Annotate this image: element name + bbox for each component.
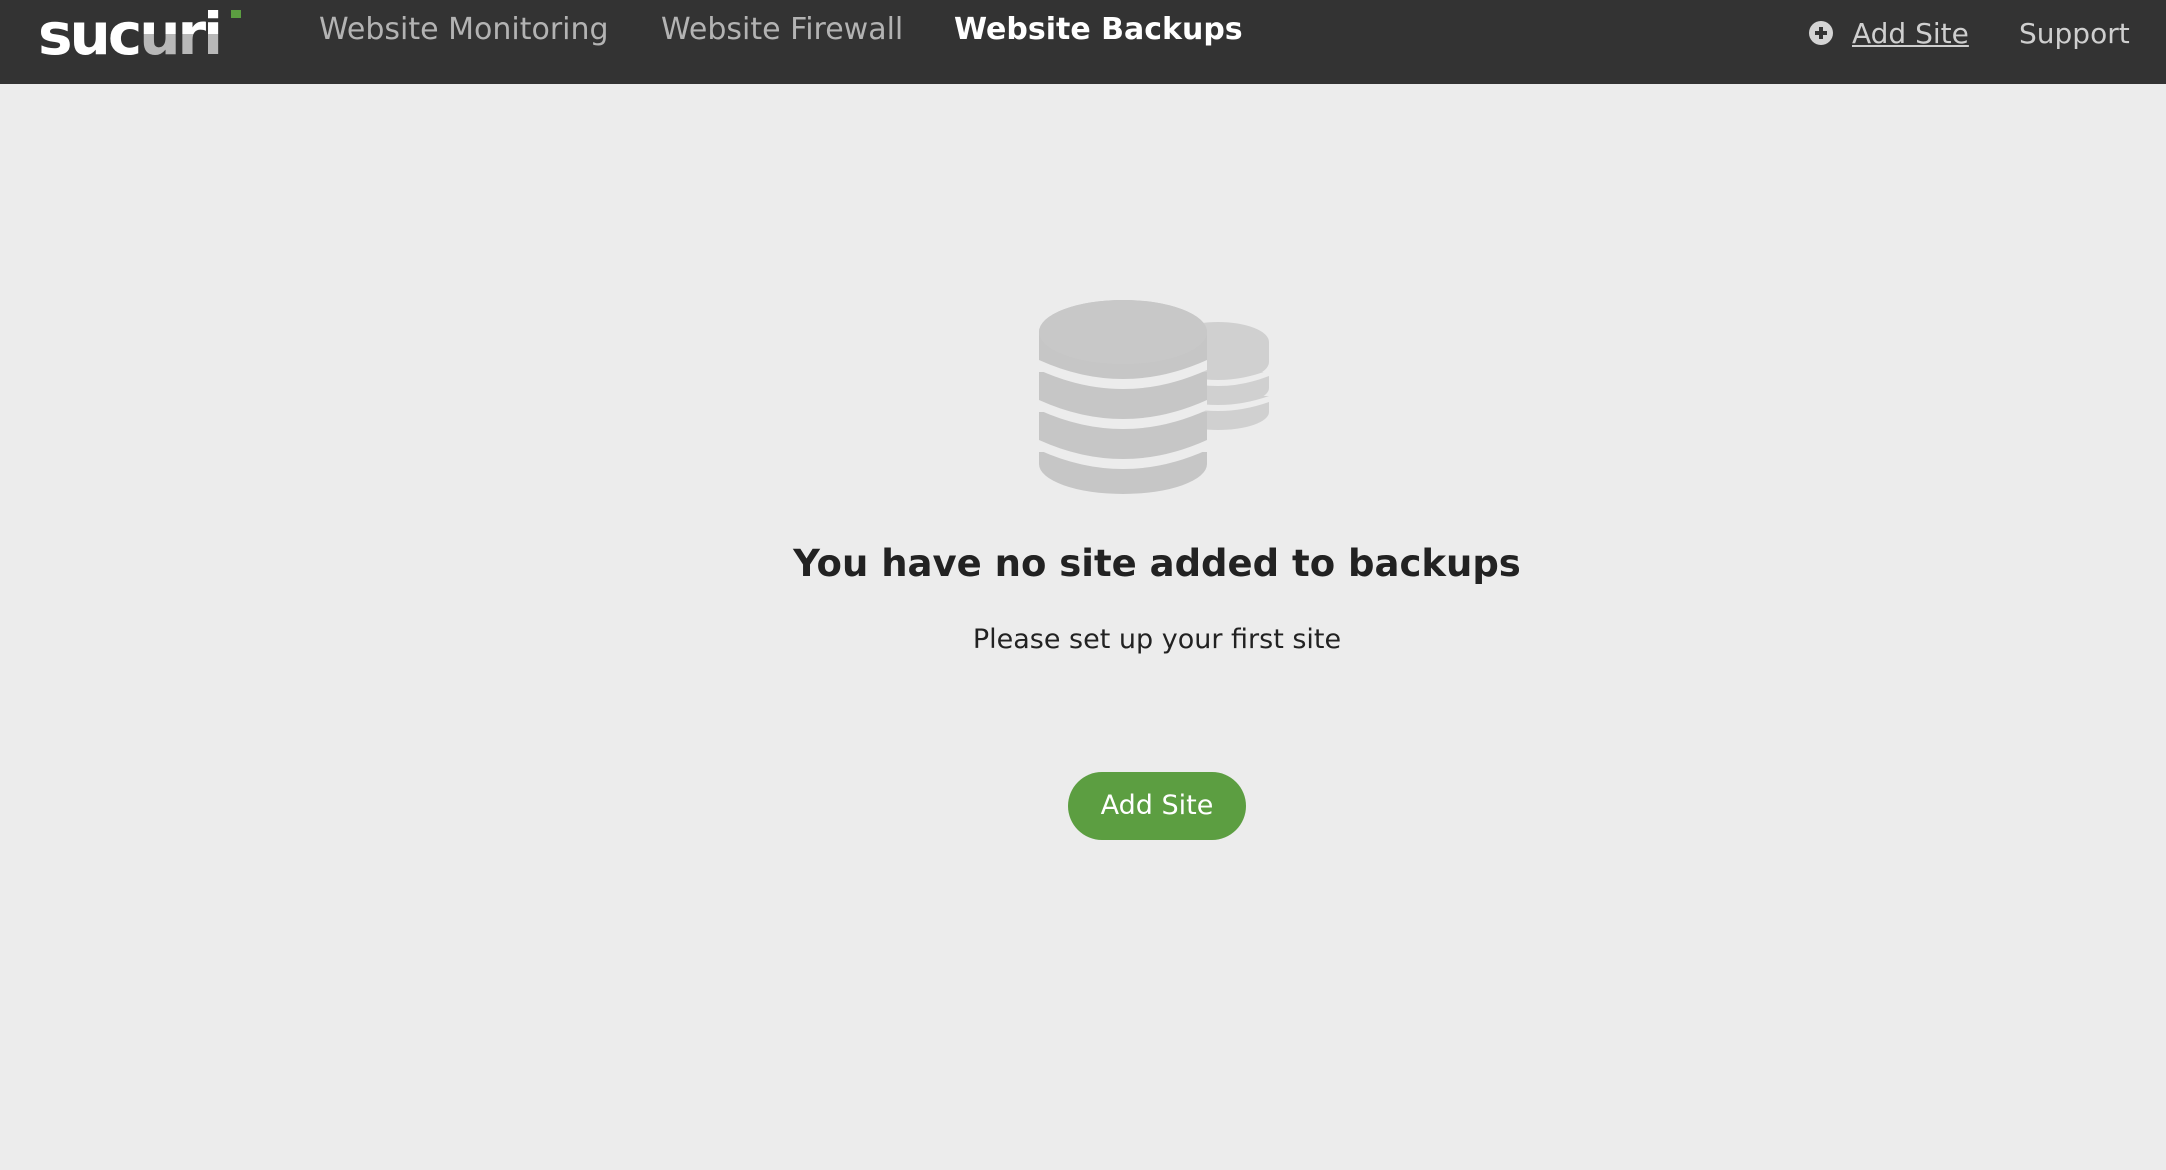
support-link[interactable]: Support	[2019, 12, 2130, 56]
add-site-link[interactable]: Add Site	[1808, 12, 1969, 56]
plus-circle-icon	[1809, 21, 1833, 45]
add-site-button[interactable]: Add Site	[1068, 772, 1246, 840]
empty-state-subtitle: Please set up your first site	[972, 624, 1342, 655]
tab-website-backups[interactable]: Website Backups	[954, 8, 1243, 52]
sucuri-logo[interactable]: sucuri	[38, 4, 244, 66]
add-site-link-label: Add Site	[1852, 17, 1969, 50]
database-icon	[1039, 300, 1269, 494]
empty-state-title: You have no site added to backups	[793, 542, 1521, 585]
tab-website-monitoring[interactable]: Website Monitoring	[319, 8, 609, 52]
top-navigation-bar: sucuri Website Monitoring Website Firewa…	[0, 0, 2166, 84]
empty-state-panel: You have no site added to backups Please…	[0, 84, 2166, 1170]
tab-website-firewall[interactable]: Website Firewall	[661, 8, 903, 52]
